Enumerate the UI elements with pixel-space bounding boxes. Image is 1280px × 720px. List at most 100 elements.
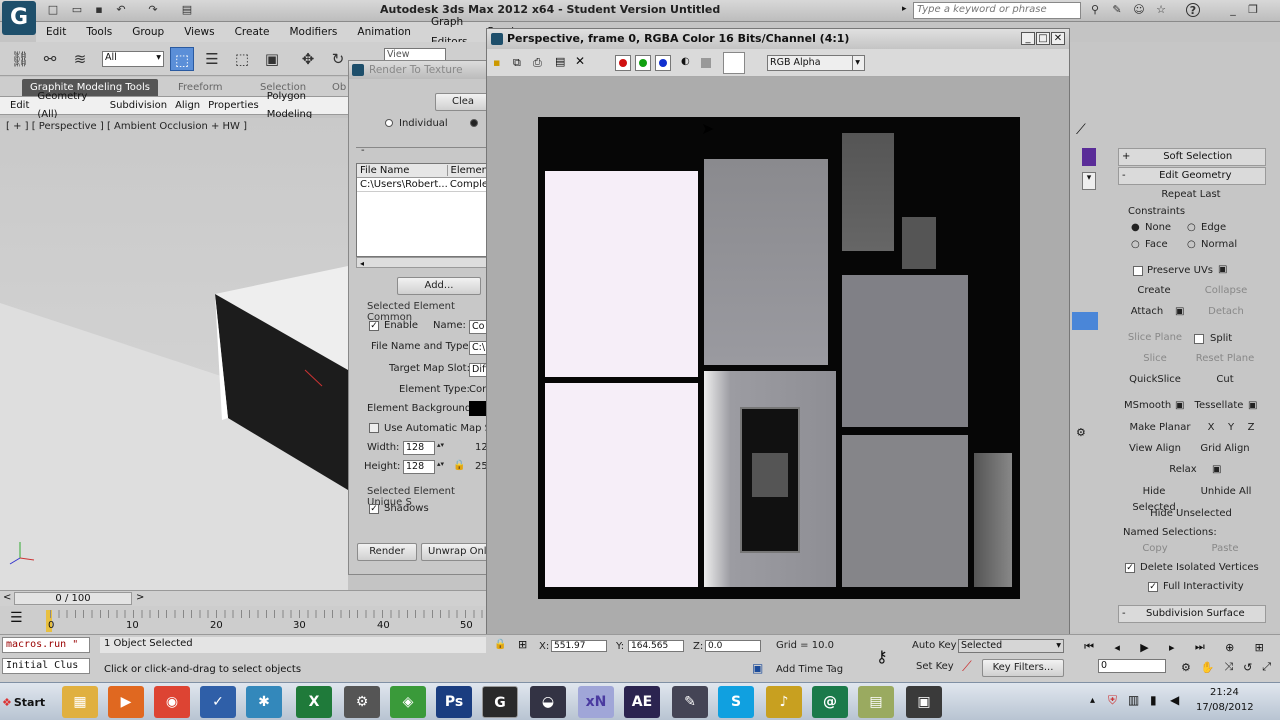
green-channel-button[interactable] — [635, 55, 651, 71]
absolute-mode-icon[interactable]: ⊞ — [518, 638, 527, 651]
split-checkbox[interactable] — [1194, 334, 1204, 344]
time-tag-icon[interactable]: ▣ — [752, 661, 763, 675]
auto-key-button[interactable]: Auto Key — [912, 640, 957, 651]
zoom-all-icon[interactable]: ⊞ — [1255, 641, 1264, 654]
slice-button[interactable]: Slice — [1124, 351, 1186, 368]
menu-animation[interactable]: Animation — [357, 22, 411, 42]
pan-icon[interactable]: ✋ — [1201, 661, 1215, 674]
taskbar-android[interactable]: ◈ — [390, 686, 426, 718]
add-time-tag[interactable]: Add Time Tag — [776, 664, 843, 675]
make-planar-z-button[interactable]: Z — [1244, 420, 1258, 437]
window-crossing-icon[interactable]: ▣ — [260, 47, 284, 71]
object-color-swatch[interactable] — [1082, 148, 1096, 166]
move-icon[interactable]: ✥ — [296, 47, 320, 71]
menu-views[interactable]: Views — [184, 22, 214, 42]
tab-freeform[interactable]: Freeform — [170, 79, 231, 96]
make-planar-x-button[interactable]: X — [1204, 420, 1218, 437]
taskbar-media-player[interactable]: ▶ — [108, 686, 144, 718]
taskbar-swirl-app[interactable]: @ — [812, 686, 848, 718]
undo-icon[interactable]: ↶ — [114, 3, 128, 17]
search-arrow-icon[interactable]: ▸ — [902, 4, 907, 14]
maximize-icon[interactable]: □ — [1036, 32, 1050, 45]
selection-lock-icon[interactable]: 🔒 — [494, 639, 506, 650]
monochrome-icon[interactable] — [701, 58, 711, 68]
taskbar-tasks[interactable]: ✓ — [200, 686, 236, 718]
width-spinner-arrows-icon[interactable]: ▴▾ — [437, 441, 444, 449]
relax-settings-icon[interactable]: ▣ — [1212, 464, 1221, 475]
list-item[interactable]: C:\Users\Robert... Comple — [357, 178, 488, 192]
redo-icon[interactable]: ↷ — [146, 3, 160, 17]
time-next-icon[interactable]: > — [136, 592, 144, 603]
taskbar-explorer[interactable]: ▦ — [62, 686, 98, 718]
tray-power-icon[interactable]: ▮ — [1150, 693, 1157, 707]
project-icon[interactable]: ▤ — [180, 3, 194, 17]
ribbon-edit[interactable]: Edit — [10, 97, 29, 115]
y-coordinate-field[interactable]: 164.565 — [628, 640, 684, 652]
search-input[interactable]: Type a keyword or phrase — [913, 2, 1081, 19]
time-slider-thumb[interactable]: 0 / 100 — [14, 592, 132, 605]
msmooth-button[interactable]: MSmooth — [1124, 398, 1171, 415]
taskbar-gear-app[interactable]: ⚙ — [344, 686, 380, 718]
app-logo-icon[interactable]: G — [2, 1, 36, 35]
add-element-button[interactable]: Add... — [397, 277, 481, 295]
current-frame-field[interactable]: 0 — [1098, 659, 1166, 673]
selection-filter-dropdown[interactable]: All ▾ — [102, 51, 164, 67]
ribbon-align[interactable]: Align — [175, 97, 200, 115]
restore-icon[interactable]: ❐ — [1246, 3, 1260, 17]
time-slider[interactable]: < 0 / 100 > — [0, 590, 486, 606]
save-image-icon[interactable]: ▪ — [493, 56, 500, 69]
maxscript-listener-output[interactable]: macros.run " — [2, 637, 90, 653]
collapse-button[interactable]: Collapse — [1196, 283, 1256, 300]
x-coordinate-field[interactable]: 551.97 — [551, 640, 607, 652]
width-spinner[interactable]: 128 — [403, 441, 435, 455]
zoom-icon[interactable]: ⊕ — [1225, 641, 1234, 654]
clock-date[interactable]: 17/08/2012 — [1196, 702, 1254, 713]
detach-button[interactable]: Detach — [1196, 304, 1256, 321]
menu-edit[interactable]: Edit — [46, 22, 66, 42]
quickslice-button[interactable]: QuickSlice — [1124, 372, 1186, 389]
maximize-viewport-icon[interactable]: ⤢ — [1262, 660, 1271, 674]
col-element[interactable]: Elemen — [448, 165, 488, 176]
create-button[interactable]: Create — [1124, 283, 1184, 300]
list-scrollbar[interactable]: ◂ — [356, 257, 489, 268]
minimize-icon[interactable]: _ — [1021, 32, 1035, 45]
taskbar-after-effects[interactable]: AE — [624, 686, 660, 718]
enable-checkbox[interactable]: ✓ — [369, 321, 379, 331]
preserve-uvs-checkbox[interactable] — [1133, 266, 1143, 276]
soft-selection-rollout[interactable]: + Soft Selection — [1118, 148, 1266, 166]
channel-display-dropdown[interactable]: RGB Alpha ▾ — [767, 55, 865, 71]
clear-icon[interactable]: ✕ — [575, 54, 585, 68]
select-by-name-icon[interactable]: ☰ — [200, 47, 224, 71]
rotate-icon[interactable]: ↻ — [326, 47, 350, 71]
taskbar-xnview[interactable]: xN — [578, 686, 614, 718]
taskbar-notes[interactable]: ▤ — [858, 686, 894, 718]
taskbar-3ds-max[interactable]: G — [482, 686, 518, 718]
make-planar-y-button[interactable]: Y — [1224, 420, 1238, 437]
time-config-icon[interactable]: ⚙ — [1181, 661, 1191, 674]
minimize-icon[interactable]: _ — [1226, 3, 1240, 17]
tray-expand-icon[interactable]: ▴ — [1090, 695, 1095, 706]
rollout-collapse[interactable]: - — [361, 145, 365, 156]
print-icon[interactable]: ⎙ — [533, 56, 542, 70]
attach-settings-icon[interactable]: ▣ — [1175, 306, 1184, 317]
start-button[interactable]: ❖ Start — [2, 689, 52, 715]
go-to-start-icon[interactable]: ⏮ — [1084, 640, 1094, 654]
slice-plane-button[interactable]: Slice Plane — [1124, 330, 1186, 347]
render-button[interactable]: Render — [357, 543, 417, 561]
open-icon[interactable]: ▭ — [70, 3, 84, 17]
output-list[interactable]: File Name Elemen C:\Users\Robert... Comp… — [356, 163, 489, 257]
taskbar-blender[interactable]: ◒ — [530, 686, 566, 718]
auto-map-size-checkbox[interactable] — [369, 423, 379, 433]
edge-radio[interactable]: ○ — [1187, 222, 1196, 233]
tray-volume-icon[interactable]: ◀ — [1170, 693, 1179, 707]
new-icon[interactable]: □ — [46, 3, 60, 17]
unlink-icon[interactable]: ⚯ — [38, 47, 62, 71]
repeat-last-button[interactable]: Repeat Last — [1126, 187, 1256, 204]
walk-through-icon[interactable]: ⤨ — [1224, 660, 1233, 674]
blue-channel-button[interactable] — [655, 55, 671, 71]
col-file-name[interactable]: File Name — [357, 165, 448, 176]
set-key-button[interactable]: Set Key — [916, 661, 954, 672]
taskbar-maya[interactable]: ✱ — [246, 686, 282, 718]
next-frame-icon[interactable]: ▸ — [1169, 641, 1175, 654]
maxscript-listener-input[interactable]: Initial Clus — [2, 658, 90, 674]
